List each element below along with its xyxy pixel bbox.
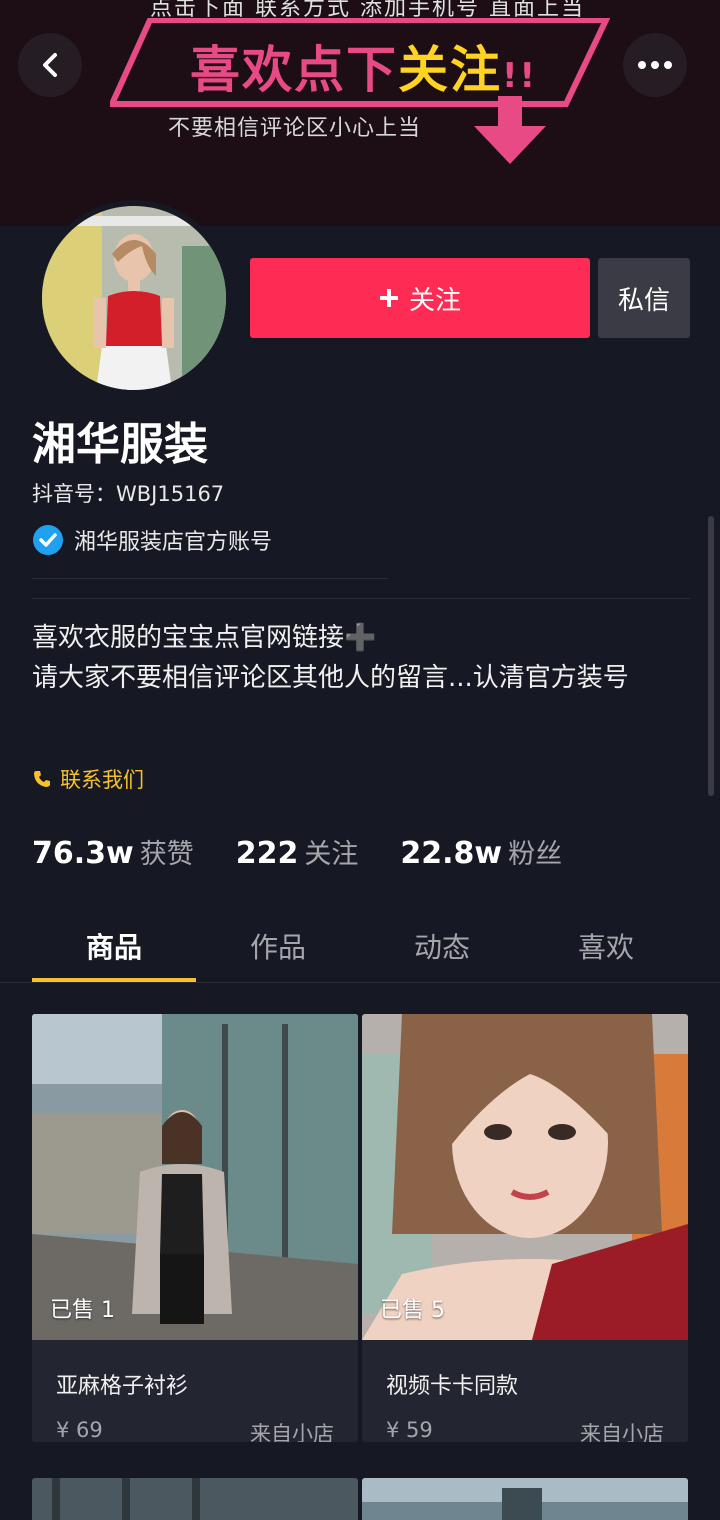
verified-badge: 湘华服装店官方账号 (32, 524, 272, 556)
divider (0, 982, 720, 983)
product-card[interactable] (32, 1478, 358, 1520)
product-title: 亚麻格子衬衫 (56, 1374, 189, 1399)
stat-label: 粉丝 (508, 839, 563, 870)
product-photo (362, 1478, 688, 1520)
chevron-left-icon (43, 53, 57, 77)
sold-count: 已售 5 (380, 1298, 445, 1323)
scrollbar[interactable] (708, 516, 714, 796)
stat-label: 关注 (304, 839, 359, 870)
stat-followers[interactable]: 22.8w 粉丝 (400, 832, 562, 871)
avatar-image (42, 206, 226, 390)
verified-check-icon (33, 525, 63, 555)
stat-following[interactable]: 222 关注 (236, 832, 359, 871)
sold-count: 已售 1 (50, 1298, 115, 1323)
product-card[interactable]: 已售 5 视频卡卡同款 ¥ 59 来自小店 (362, 1014, 688, 1442)
divider (32, 598, 690, 599)
bio-line: 喜欢衣服的宝宝点官网链接➕ (32, 623, 377, 653)
stat-likes[interactable]: 76.3w 获赞 (32, 832, 194, 871)
message-button[interactable]: 私信 (598, 258, 690, 338)
product-title: 视频卡卡同款 (386, 1374, 519, 1399)
message-button-label: 私信 (617, 285, 670, 316)
back-button[interactable] (18, 33, 82, 97)
stat-value: 76.3w (32, 836, 134, 871)
stat-label: 获赞 (139, 839, 194, 870)
more-button[interactable] (623, 33, 687, 97)
product-card[interactable]: 已售 1 亚麻格子衬衫 ¥ 69 来自小店 (32, 1014, 358, 1442)
product-image: 已售 1 (32, 1014, 358, 1340)
profile-nickname: 湘华服装 (32, 419, 208, 470)
contact-us-link[interactable]: 联系我们 (32, 764, 144, 794)
product-source: 来自小店 (250, 1422, 334, 1442)
banner-headline: 喜欢点下关注!! (190, 41, 538, 99)
douyin-id: 抖音号：WBJ15167 (32, 482, 225, 506)
tab-products[interactable]: 商品 (32, 918, 196, 982)
avatar[interactable] (36, 200, 232, 396)
product-image: 已售 5 (362, 1014, 688, 1340)
plus-icon (379, 289, 398, 307)
profile-stats: 76.3w 获赞 222 关注 22.8w 粉丝 (32, 832, 562, 871)
product-source: 来自小店 (580, 1422, 664, 1442)
product-photo (32, 1478, 358, 1520)
banner-subtext: 不要相信评论区小心上当 (168, 116, 422, 141)
profile-bio: 喜欢衣服的宝宝点官网链接➕ 请大家不要相信评论区其他人的留言...认清官方装号 (32, 618, 692, 698)
down-arrow-icon (474, 96, 546, 164)
stat-value: 22.8w (400, 836, 503, 871)
profile-tabs: 商品 作品 动态 喜欢 (32, 918, 688, 982)
more-dots-icon (638, 61, 672, 69)
bio-line: 请大家不要相信评论区其他人的留言...认清官方装号 (32, 663, 629, 693)
verified-label: 湘华服装店官方账号 (74, 530, 273, 555)
product-card[interactable] (362, 1478, 688, 1520)
contact-us-label: 联系我们 (60, 768, 144, 792)
divider (32, 578, 388, 579)
follow-button-label: 关注 (408, 285, 461, 316)
product-price: ¥ 69 (56, 1418, 103, 1442)
tab-moments[interactable]: 动态 (360, 918, 524, 982)
product-price: ¥ 59 (386, 1418, 433, 1442)
profile-banner: 点击下面 联系方式 添加手机号 直面上当 喜欢点下关注!! 不要相信评论区小心上… (0, 0, 720, 226)
stat-value: 222 (235, 836, 299, 871)
avatar-photo (42, 206, 226, 390)
tab-likes[interactable]: 喜欢 (524, 918, 688, 982)
tab-works[interactable]: 作品 (196, 918, 360, 982)
follow-button[interactable]: 关注 (250, 258, 590, 338)
phone-icon (34, 771, 50, 787)
